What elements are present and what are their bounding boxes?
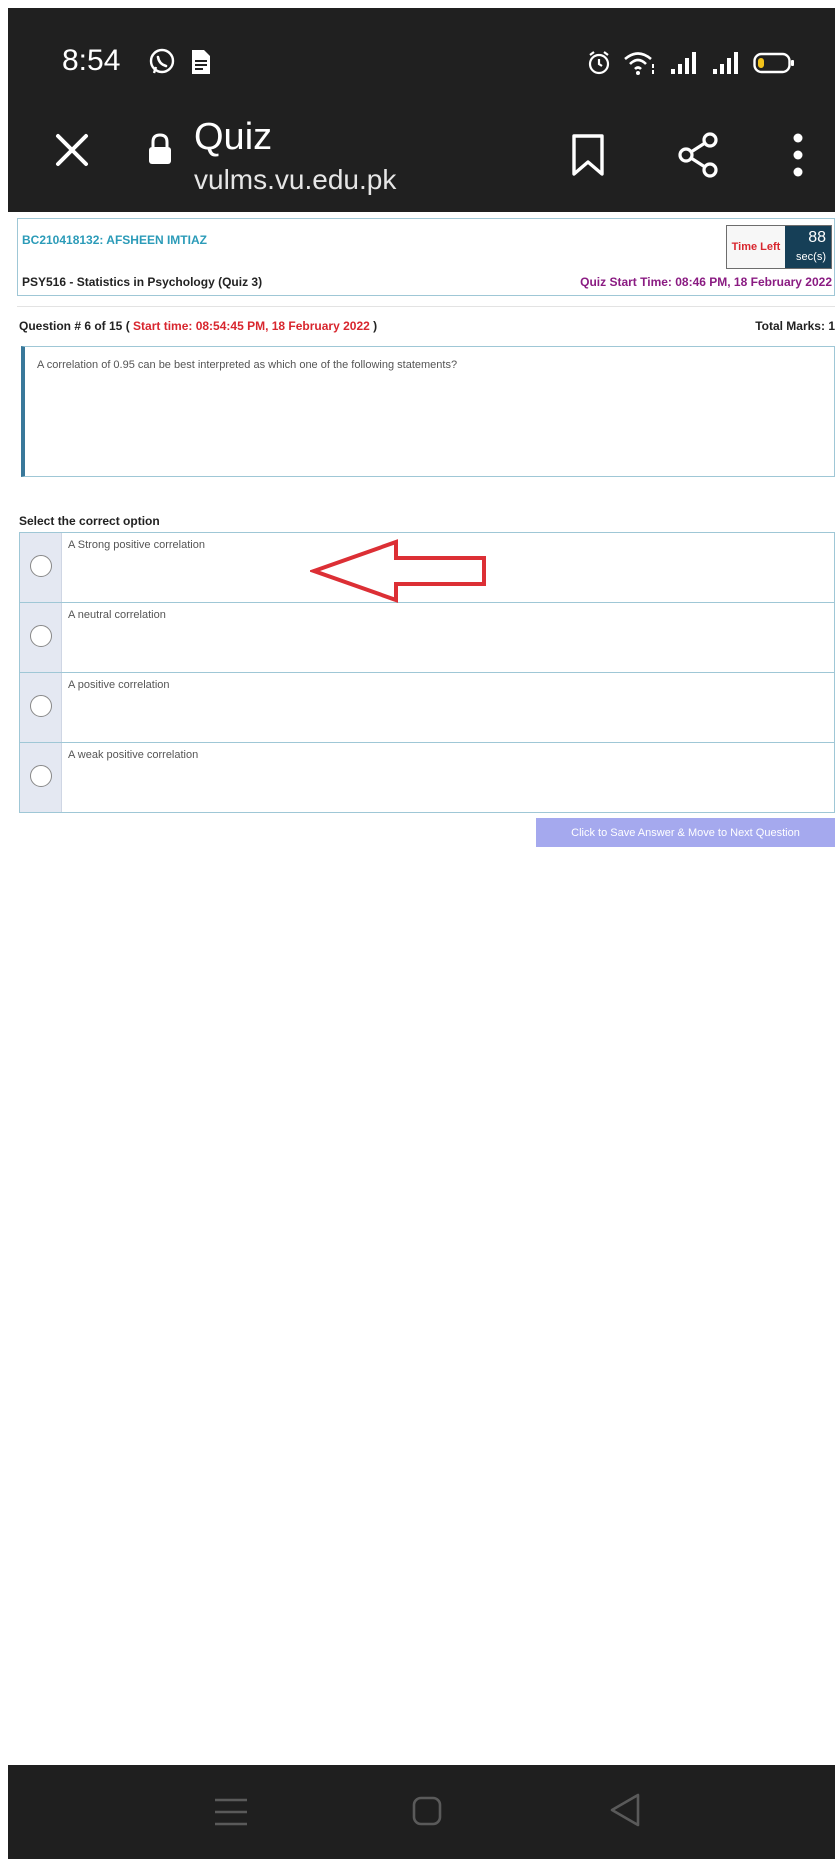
url-host[interactable]: vulms.vu.edu.pk bbox=[194, 164, 396, 196]
option-row[interactable]: A weak positive correlation bbox=[20, 743, 834, 813]
lock-icon bbox=[149, 133, 171, 164]
page-title: Quiz bbox=[194, 116, 273, 158]
select-option-label: Select the correct option bbox=[19, 514, 160, 528]
signal-icon bbox=[713, 52, 738, 74]
browser-toolbar: 8:54 Quiz vulms.vu.edu.pk bbox=[8, 8, 835, 212]
option-label: A weak positive correlation bbox=[68, 749, 199, 761]
share-icon[interactable] bbox=[674, 130, 722, 180]
question-box: A correlation of 0.95 can be best interp… bbox=[21, 346, 835, 477]
signal-icon bbox=[671, 52, 696, 74]
option-radio[interactable] bbox=[30, 765, 52, 787]
bookmark-icon[interactable] bbox=[568, 132, 608, 178]
annotation-arrow-icon bbox=[310, 539, 486, 603]
system-nav-bar bbox=[8, 1765, 835, 1859]
battery-icon bbox=[753, 52, 794, 74]
timer-seconds: 88 bbox=[808, 229, 826, 246]
option-radio[interactable] bbox=[30, 695, 52, 717]
recents-icon[interactable] bbox=[213, 1795, 249, 1829]
question-text: A correlation of 0.95 can be best interp… bbox=[37, 359, 458, 371]
radio-cell bbox=[20, 603, 62, 672]
save-next-button[interactable]: Click to Save Answer & Move to Next Ques… bbox=[536, 818, 835, 847]
student-id: BC210418132: AFSHEEN IMTIAZ bbox=[22, 233, 207, 247]
wifi-icon bbox=[624, 52, 654, 75]
more-options-icon[interactable] bbox=[788, 132, 808, 178]
status-right-icons bbox=[587, 50, 795, 76]
quiz-info-panel: BC210418132: AFSHEEN IMTIAZ PSY516 - Sta… bbox=[17, 218, 835, 296]
whatsapp-icon bbox=[149, 48, 175, 74]
total-marks: Total Marks: 1 bbox=[755, 319, 835, 333]
close-icon[interactable] bbox=[48, 126, 96, 174]
timer-value-box: 88 sec(s) bbox=[785, 226, 831, 268]
divider bbox=[17, 306, 835, 307]
radio-cell bbox=[20, 743, 62, 812]
alarm-icon bbox=[588, 51, 610, 75]
option-row[interactable]: A positive correlation bbox=[20, 673, 834, 743]
back-icon[interactable] bbox=[608, 1791, 644, 1829]
timer-unit: sec(s) bbox=[796, 251, 826, 263]
time-left-timer: Time Left 88 sec(s) bbox=[726, 225, 832, 269]
option-label: A neutral correlation bbox=[68, 609, 166, 621]
option-radio[interactable] bbox=[30, 625, 52, 647]
option-label: A positive correlation bbox=[68, 679, 170, 691]
phone-screen: 8:54 Quiz vulms.vu.edu.pk BC210418132: A… bbox=[0, 0, 835, 1859]
question-number: Question # 6 of 15 ( bbox=[19, 319, 134, 333]
option-label: A Strong positive correlation bbox=[68, 539, 205, 551]
question-header: Question # 6 of 15 ( Start time: 08:54:4… bbox=[19, 319, 377, 333]
course-name: PSY516 - Statistics in Psychology (Quiz … bbox=[22, 275, 263, 289]
status-time: 8:54 bbox=[62, 44, 121, 77]
document-notification-icon bbox=[192, 50, 210, 74]
home-icon[interactable] bbox=[411, 1795, 443, 1827]
radio-cell bbox=[20, 673, 62, 742]
timer-label: Time Left bbox=[727, 226, 785, 268]
radio-cell bbox=[20, 533, 62, 602]
question-start-time: Start time: 08:54:45 PM, 18 February 202… bbox=[133, 319, 370, 333]
option-radio[interactable] bbox=[30, 555, 52, 577]
question-header-close: ) bbox=[369, 319, 378, 333]
screen-edge bbox=[0, 0, 8, 1859]
quiz-start-time: Quiz Start Time: 08:46 PM, 18 February 2… bbox=[580, 275, 832, 289]
status-left-icons bbox=[148, 48, 212, 76]
option-row[interactable]: A neutral correlation bbox=[20, 603, 834, 673]
